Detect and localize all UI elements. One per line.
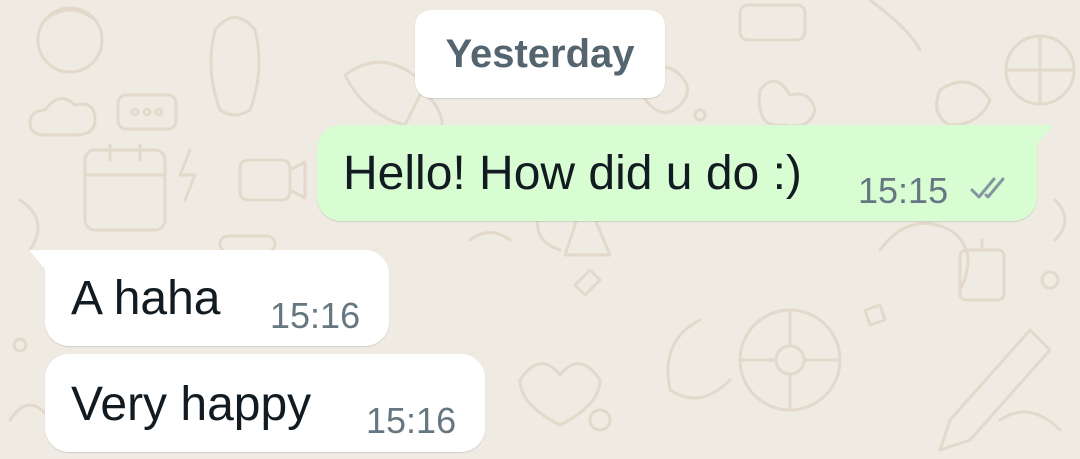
date-separator: Yesterday — [415, 10, 665, 98]
message-timestamp: 15:15 — [858, 170, 949, 211]
message-text: Hello! How did u do :) — [343, 147, 802, 200]
message-text: A haha — [71, 272, 221, 325]
bubble-tail — [29, 250, 49, 274]
incoming-message-bubble[interactable]: A haha 15:16 — [29, 250, 389, 346]
message-text: Very happy — [71, 378, 312, 431]
bubble-tail — [1033, 125, 1053, 149]
message-timestamp: 15:16 — [270, 295, 361, 336]
incoming-message-bubble[interactable]: Very happy 15:16 — [45, 354, 485, 452]
message-timestamp: 15:16 — [366, 400, 457, 441]
outgoing-message-bubble[interactable]: Hello! How did u do :) 15:15 — [317, 125, 1053, 221]
date-separator-label: Yesterday — [445, 31, 635, 76]
double-check-icon — [970, 177, 1005, 199]
